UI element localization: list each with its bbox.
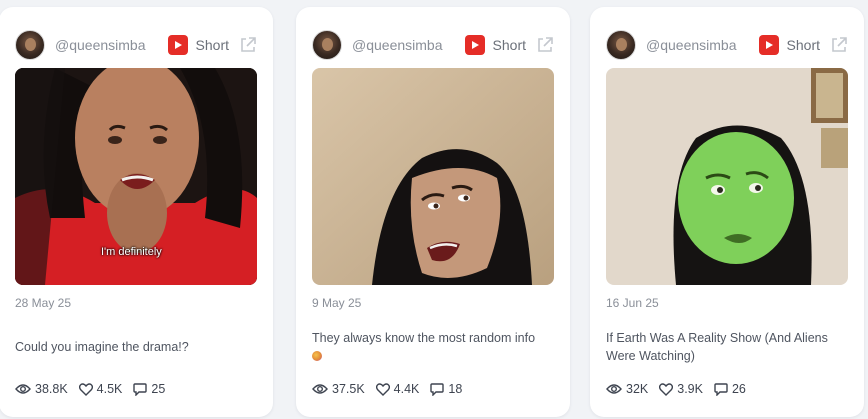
youtube-icon <box>758 35 779 55</box>
likes-stat: 4.4K <box>375 382 420 396</box>
emoji-icon <box>312 351 322 361</box>
video-thumbnail[interactable]: I'm definitely <box>15 68 257 285</box>
creator-handle[interactable]: @queensimba <box>55 37 168 53</box>
video-caption: If Earth Was A Reality Show (And Aliens … <box>606 331 828 363</box>
post-date: 9 May 25 <box>312 296 362 310</box>
comment-icon <box>133 383 148 396</box>
eye-icon <box>15 384 31 394</box>
comments-stat: 25 <box>133 382 165 396</box>
engagement-stats: 37.5K 4.4K 18 <box>312 382 554 396</box>
youtube-icon <box>464 35 485 55</box>
heart-icon <box>659 382 674 396</box>
card-header: @queensimba Short <box>312 29 554 61</box>
video-caption: Could you imagine the drama!? <box>15 340 189 354</box>
eye-icon <box>606 384 622 394</box>
comment-icon <box>714 383 728 396</box>
comments-stat: 18 <box>430 382 462 396</box>
avatar[interactable] <box>312 30 342 60</box>
engagement-stats: 32K 3.9K 26 <box>606 382 848 396</box>
video-thumbnail[interactable] <box>606 68 848 285</box>
likes-count: 4.4K <box>393 382 420 396</box>
views-stat: 38.8K <box>15 382 68 396</box>
comments-count: 18 <box>448 382 463 396</box>
eye-icon <box>312 384 328 394</box>
heart-icon <box>78 382 93 396</box>
comments-count: 26 <box>731 382 746 396</box>
avatar[interactable] <box>606 30 636 60</box>
video-subtitle: I'm definitely <box>101 246 162 258</box>
video-card[interactable]: @queensimba Short 9 May 25 They always k… <box>296 7 570 417</box>
comments-count: 25 <box>151 382 166 396</box>
post-date: 16 Jun 25 <box>606 296 659 310</box>
creator-handle[interactable]: @queensimba <box>352 37 465 53</box>
video-type-label: Short <box>492 37 526 53</box>
heart-icon <box>375 382 390 396</box>
comment-icon <box>430 383 445 396</box>
engagement-stats: 38.8K 4.5K 25 <box>15 382 257 396</box>
external-link-icon[interactable] <box>830 36 848 54</box>
views-stat: 37.5K <box>312 382 365 396</box>
avatar[interactable] <box>15 30 45 60</box>
post-date: 28 May 25 <box>15 296 72 310</box>
card-header: @queensimba Short <box>15 29 257 61</box>
views-count: 38.8K <box>35 382 68 396</box>
video-type-label: Short <box>195 37 229 53</box>
youtube-icon <box>167 35 188 55</box>
video-type-label: Short <box>786 37 820 53</box>
video-thumbnail[interactable] <box>312 68 554 285</box>
external-link-icon[interactable] <box>239 36 257 54</box>
external-link-icon[interactable] <box>536 36 554 54</box>
likes-count: 3.9K <box>677 382 703 396</box>
video-card[interactable]: @queensimba Short 16 Jun 25 If Earth Was <box>590 7 864 417</box>
views-stat: 32K <box>606 382 648 396</box>
views-count: 37.5K <box>332 382 365 396</box>
card-header: @queensimba Short <box>606 29 848 61</box>
likes-stat: 3.9K <box>659 382 703 396</box>
video-caption: They always know the most random info <box>312 329 556 365</box>
comments-stat: 26 <box>714 382 746 396</box>
views-count: 32K <box>626 382 649 396</box>
likes-count: 4.5K <box>96 382 123 396</box>
video-card[interactable]: @queensimba Short I'm definitely 28 May … <box>0 7 273 417</box>
likes-stat: 4.5K <box>78 382 123 396</box>
creator-handle[interactable]: @queensimba <box>646 37 759 53</box>
